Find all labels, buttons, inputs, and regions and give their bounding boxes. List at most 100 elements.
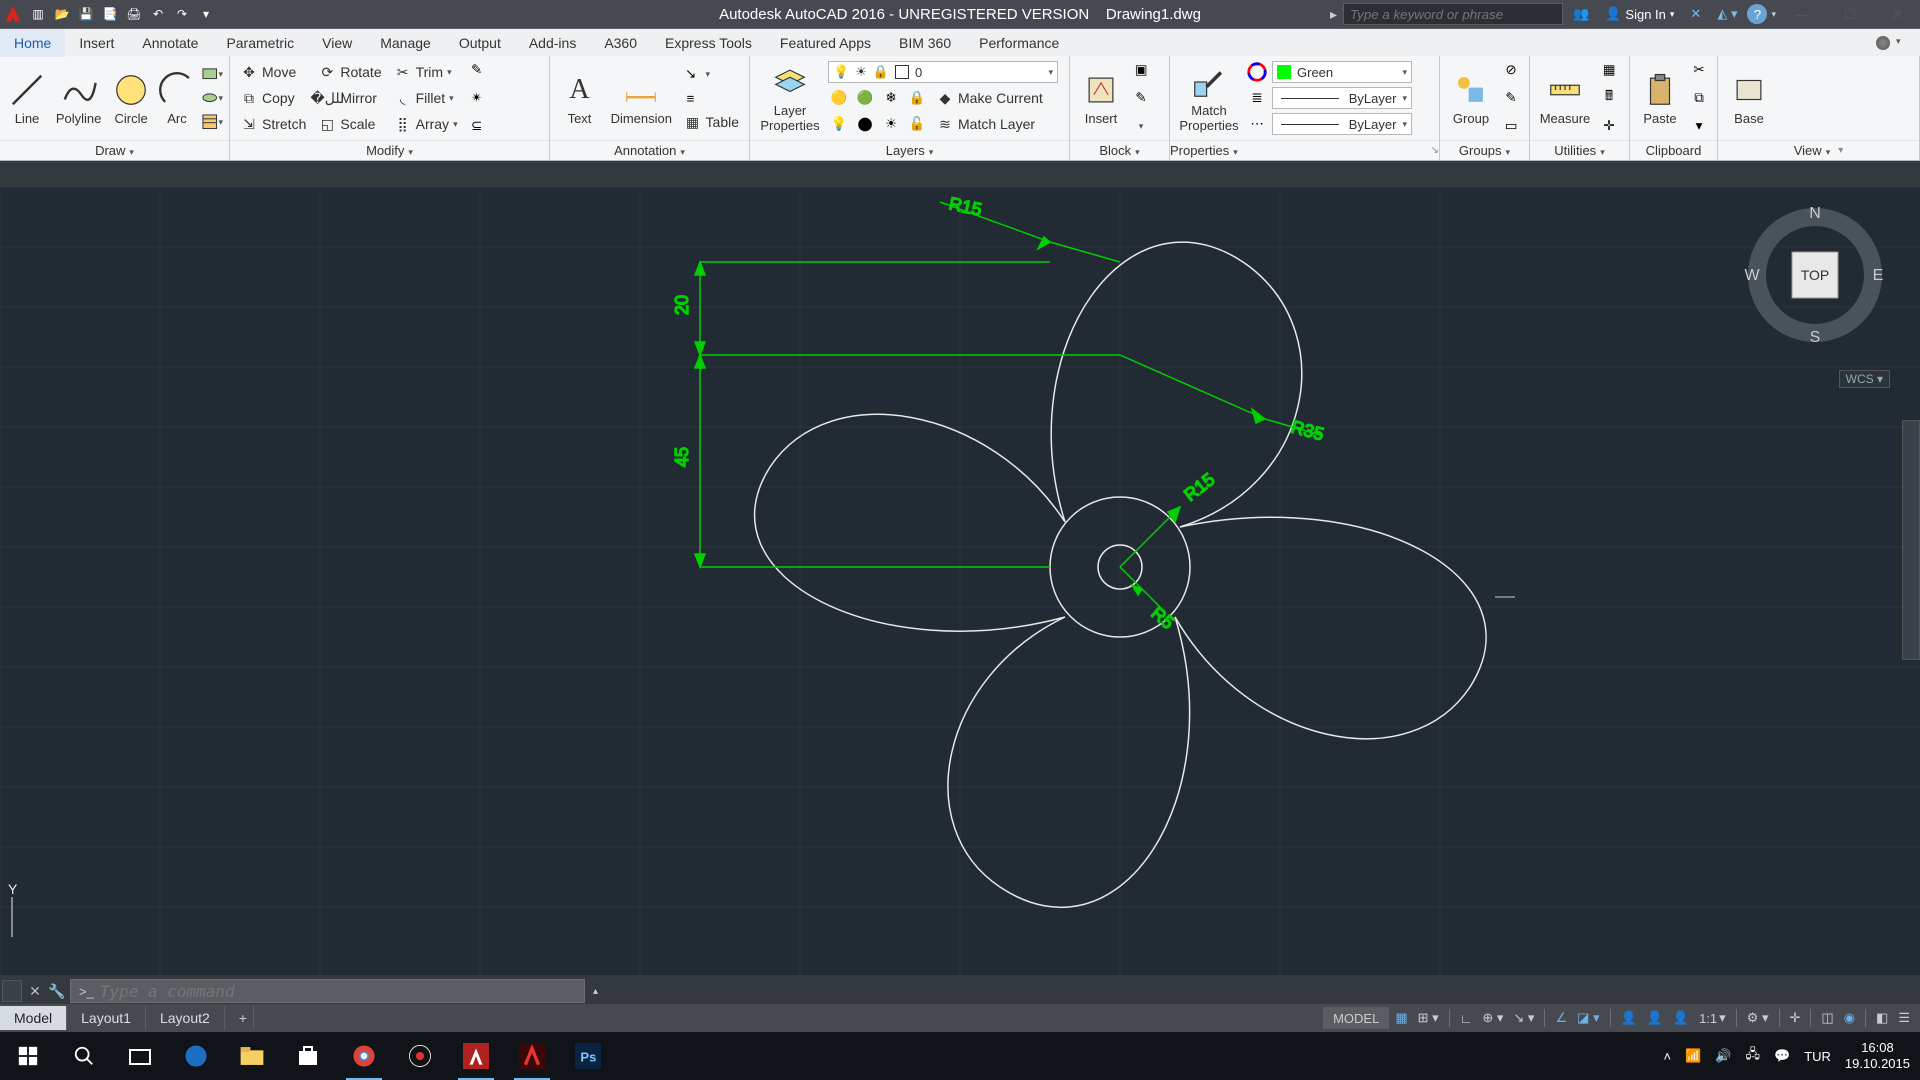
start-button[interactable] [0,1032,56,1080]
panel-groups-label[interactable]: Groups [1459,143,1502,158]
group-button[interactable]: Group [1446,69,1496,128]
tab-annotate[interactable]: Annotate [128,29,212,57]
layer-combo[interactable]: 💡 ☀ 🔒 0 ▾ [828,61,1058,83]
exchange-apps-button[interactable]: ✕ [1684,2,1707,26]
status-tpy-icon[interactable]: 👤 [1643,1007,1667,1029]
status-annoscale[interactable]: 1:1 ▾ [1695,1007,1730,1029]
drawing-canvas[interactable]: 20 45 R15 R35 R15 R5 [0,187,1920,975]
layulk-icon[interactable]: 🔓 [906,113,928,135]
navigation-bar[interactable] [1902,420,1920,660]
panel-modify-label[interactable]: Modify [366,143,404,158]
tray-network-icon[interactable]: 🖧 [1746,1045,1761,1067]
color-control-icon[interactable] [1246,61,1268,83]
offset-icon[interactable]: ⊆ [466,115,488,137]
mline-icon[interactable]: ≡ [680,87,702,109]
sign-in-button[interactable]: 👤 Sign In ▾ [1599,2,1680,26]
ungroup-icon[interactable]: ⊘ [1500,59,1522,81]
status-ortho-icon[interactable]: ∟ [1456,1007,1477,1029]
table-button[interactable]: ▦Table [680,111,743,133]
close-button[interactable]: ✕ [1876,0,1920,28]
keyword-search-input[interactable] [1343,3,1563,25]
qa-new-icon[interactable]: ▥ [26,2,50,26]
status-grid-icon[interactable]: ▦ [1391,1007,1411,1029]
tab-bim360[interactable]: BIM 360 [885,29,965,57]
arc-button[interactable]: Arc [157,69,197,128]
circle-button[interactable]: Circle [109,69,153,128]
panel-utilities-label[interactable]: Utilities [1554,143,1596,158]
help-button[interactable]: ? [1747,4,1767,24]
edge-icon[interactable] [168,1032,224,1080]
explode-icon[interactable]: ✴ [466,87,488,109]
viewcube-s[interactable]: S [1810,329,1821,346]
cmdline-close-icon[interactable]: ✕ [26,983,44,1000]
viewcube[interactable]: TOP N S W E [1740,200,1890,350]
status-isodraft-icon[interactable]: ↘ ▾ [1509,1007,1538,1029]
wcs-badge[interactable]: WCS ▾ [1839,370,1890,388]
color-combo[interactable]: Green▾ [1272,61,1412,83]
measure-button[interactable]: Measure [1536,69,1594,128]
cmdline-history-icon[interactable]: ▴ [589,986,602,997]
status-plus-icon[interactable]: ✛ [1786,1007,1805,1029]
minimize-button[interactable]: — [1780,0,1824,28]
layiso-icon[interactable]: 🟢 [854,87,876,109]
base-button[interactable]: Base [1724,69,1774,128]
status-lwt-icon[interactable]: 👤 [1617,1007,1641,1029]
tab-a360[interactable]: A360 [590,29,651,57]
edit-block-icon[interactable]: ✎ [1130,87,1152,109]
line-button[interactable]: Line [6,69,48,128]
chrome-icon[interactable] [336,1032,392,1080]
store-icon[interactable] [280,1032,336,1080]
maximize-button[interactable]: ☐ [1828,0,1872,28]
status-model[interactable]: MODEL [1323,1007,1389,1029]
mirror-button[interactable]: �لللMirror [314,87,385,109]
move-button[interactable]: ✥Move [236,61,310,83]
insert-button[interactable]: Insert [1076,69,1126,128]
command-input[interactable] [100,982,576,1001]
tray-notify-icon[interactable]: 💬 [1774,1048,1790,1064]
tab-featured-apps[interactable]: Featured Apps [766,29,885,57]
tray-lang[interactable]: TUR [1804,1049,1831,1064]
copy-clip-icon[interactable]: ⧉ [1688,87,1710,109]
cmdline-handle[interactable] [2,980,22,1002]
tab-insert[interactable]: Insert [65,29,128,57]
a360-button[interactable]: ◭ ▾ [1711,2,1743,26]
status-clean-icon[interactable]: ☰ [1894,1007,1914,1029]
tray-clock[interactable]: 16:08 19.10.2015 [1845,1040,1910,1071]
point-icon[interactable]: ✛ [1598,115,1620,137]
quick-calc-icon[interactable]: 🖩 [1598,87,1620,109]
leader-icon[interactable]: ↘ [680,63,702,85]
match-layer-button[interactable]: ≋Match Layer [932,113,1039,135]
rectangle-icon[interactable]: ▾ [201,63,223,85]
layon-icon[interactable]: 💡 [828,113,850,135]
viewcube-top[interactable]: TOP [1801,267,1830,283]
infocenter-button[interactable]: 👥 [1567,2,1595,26]
array-button[interactable]: ⣿Array▾ [390,113,462,135]
photoshop-icon[interactable]: Ps [560,1032,616,1080]
match-properties-button[interactable]: Match Properties [1176,61,1242,135]
laythw-icon[interactable]: ☀ [880,113,902,135]
select-all-icon[interactable]: ▦ [1598,59,1620,81]
layoff-icon[interactable]: 🟡 [828,87,850,109]
scale-button[interactable]: ◱Scale [314,113,385,135]
status-3dosnap-icon[interactable]: ◪ ▾ [1573,1007,1603,1029]
qa-undo-icon[interactable]: ↶ [146,2,170,26]
tab-output[interactable]: Output [445,29,515,57]
explorer-icon[interactable] [224,1032,280,1080]
lineweight-icon-ctrl[interactable]: ≣ [1246,87,1268,109]
dimension-button[interactable]: Dimension [607,69,676,128]
qa-save-icon[interactable]: 💾 [74,2,98,26]
app-logo[interactable] [0,1,26,27]
rotate-button[interactable]: ⟳Rotate [314,61,385,83]
qa-print-icon[interactable]: 🖨 [122,2,146,26]
stretch-button[interactable]: ⇲Stretch [236,113,310,135]
lineweight-combo[interactable]: ByLayer▾ [1272,87,1412,109]
copy-button[interactable]: ⧉Copy [236,87,310,109]
status-hw-icon[interactable]: ◉ [1840,1007,1859,1029]
fillet-button[interactable]: ◟Fillet▾ [390,87,462,109]
panel-properties-label[interactable]: Properties [1170,143,1229,158]
ellipse-icon[interactable]: ▾ [201,87,223,109]
make-current-button[interactable]: ◆Make Current [932,87,1047,109]
paste-special-icon[interactable]: ▾ [1688,115,1710,137]
acrobat-icon[interactable] [504,1032,560,1080]
cut-icon[interactable]: ✂ [1688,59,1710,81]
